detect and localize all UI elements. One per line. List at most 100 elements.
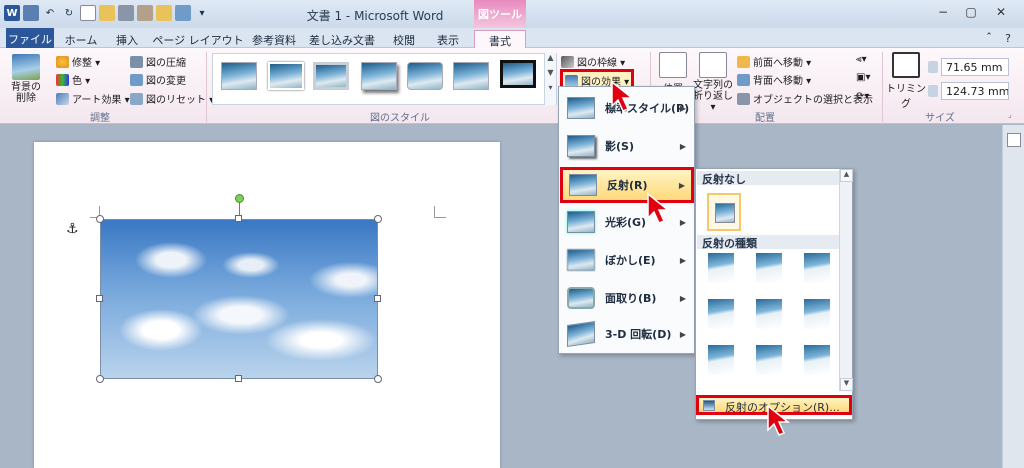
resize-handle[interactable] <box>374 215 382 223</box>
picture-style-thumb[interactable] <box>221 62 257 90</box>
menu-item-3d-rotation[interactable]: 3-D 回転(D) ▶ <box>561 317 692 351</box>
tab-page-layout[interactable]: ページ レイアウト <box>152 30 244 48</box>
picture-icon[interactable] <box>175 5 191 21</box>
picture-style-thumb[interactable] <box>407 62 443 90</box>
open-folder-icon[interactable] <box>99 5 115 21</box>
save-icon[interactable] <box>23 5 39 21</box>
resize-handle[interactable] <box>235 215 242 222</box>
bring-forward-label: 前面へ移動 ▾ <box>753 58 812 69</box>
submenu-scroll-down-icon[interactable]: ▼ <box>840 378 853 391</box>
width-input[interactable]: 124.73 mm <box>941 82 1009 100</box>
sky-photo[interactable] <box>100 219 378 379</box>
reflection-variant[interactable] <box>804 299 830 329</box>
menu-item-shadow[interactable]: 影(S) ▶ <box>561 129 692 163</box>
menu-item-soft-edges[interactable]: ぼかし(E) ▶ <box>561 243 692 277</box>
artistic-effects-button[interactable]: アート効果 ▾ <box>56 91 130 106</box>
maximize-button[interactable]: ▢ <box>962 5 980 21</box>
reflection-variant[interactable] <box>708 345 734 375</box>
tab-format[interactable]: 書式 <box>474 30 526 48</box>
quick-print-icon[interactable] <box>137 5 153 21</box>
picture-style-thumb[interactable] <box>313 62 349 90</box>
tab-home[interactable]: ホーム <box>60 30 102 48</box>
wrap-text-button[interactable]: 文字列の 折り返し ▾ <box>693 52 733 113</box>
send-backward-button[interactable]: 背面へ移動 ▾ <box>737 72 811 87</box>
group-button[interactable]: ▣▾ <box>856 72 870 83</box>
word-logo-icon[interactable]: W <box>4 5 20 21</box>
pencil-icon <box>561 55 574 68</box>
resize-handle[interactable] <box>374 375 382 383</box>
reflection-variant[interactable] <box>804 345 830 375</box>
reflection-variant[interactable] <box>756 345 782 375</box>
red-cursor-icon <box>647 192 671 224</box>
resize-handle[interactable] <box>374 295 381 302</box>
customize-qat-icon[interactable]: ▾ <box>194 5 210 21</box>
change-picture-button[interactable]: 図の変更 <box>130 72 186 87</box>
crop-button[interactable]: トリミング <box>886 52 926 110</box>
picture-style-thumb[interactable] <box>361 62 397 90</box>
picture-style-thumb[interactable] <box>453 62 489 90</box>
color-button[interactable]: 色 ▾ <box>56 72 90 87</box>
tab-mailings[interactable]: 差し込み文書 <box>306 30 378 48</box>
picture-style-thumb[interactable] <box>268 62 304 90</box>
resize-handle[interactable] <box>96 375 104 383</box>
resize-handle[interactable] <box>96 295 103 302</box>
reflection-variant[interactable] <box>708 253 734 283</box>
tab-file[interactable]: ファイル <box>6 28 54 48</box>
tab-review[interactable]: 校閲 <box>386 30 422 48</box>
tab-insert[interactable]: 挿入 <box>108 30 146 48</box>
no-reflection-option[interactable] <box>707 193 741 231</box>
reset-picture-button[interactable]: 図のリセット ▾ <box>130 91 214 106</box>
gallery-down-icon[interactable]: ▼ <box>545 68 556 77</box>
undo-icon[interactable]: ↶ <box>42 5 58 21</box>
reflection-variant[interactable] <box>756 253 782 283</box>
compress-icon <box>130 55 143 68</box>
minimize-button[interactable]: − <box>934 5 952 21</box>
corrections-button[interactable]: 修整 ▾ <box>56 54 100 69</box>
soft-edges-icon <box>567 249 595 271</box>
change-picture-label: 図の変更 <box>146 76 186 87</box>
submenu-scroll-up-icon[interactable]: ▲ <box>840 169 853 182</box>
picture-border-label: 図の枠線 ▾ <box>577 58 626 69</box>
picture-border-button[interactable]: 図の枠線 ▾ <box>561 54 625 69</box>
submenu-scrollbar[interactable]: ▲ ▼ <box>839 169 853 391</box>
folder-icon[interactable] <box>156 5 172 21</box>
submenu-arrow-icon: ▶ <box>679 217 686 227</box>
ruler-toggle-icon[interactable] <box>1006 133 1021 147</box>
new-document-icon[interactable] <box>80 5 96 21</box>
crop-label: トリミング <box>886 84 926 110</box>
compress-pictures-button[interactable]: 図の圧縮 <box>130 54 186 69</box>
wrap-text-icon <box>699 52 727 78</box>
bring-forward-button[interactable]: 前面へ移動 ▾ <box>737 54 811 69</box>
tab-view[interactable]: 表示 <box>430 30 466 48</box>
redo-icon[interactable]: ↻ <box>61 5 77 21</box>
remove-background-button[interactable]: 背景の 削除 <box>6 54 46 104</box>
reflection-variant[interactable] <box>804 253 830 283</box>
rotate-button[interactable]: ⟳▾ <box>856 91 869 102</box>
resize-handle[interactable] <box>96 215 104 223</box>
margin-mark <box>434 206 446 218</box>
reflection-variant[interactable] <box>756 299 782 329</box>
rotation-handle[interactable] <box>235 194 244 203</box>
gallery-up-icon[interactable]: ▲ <box>545 53 556 62</box>
menu-item-label: 面取り(B) <box>605 292 657 305</box>
tab-references[interactable]: 参考資料 <box>248 30 300 48</box>
picture-tools-context-label: 図ツール <box>474 0 526 28</box>
reset-picture-icon <box>130 92 143 105</box>
align-button[interactable]: ⫷▾ <box>856 54 867 65</box>
size-dialog-launcher-icon[interactable]: ⌟ <box>1008 110 1012 119</box>
resize-handle[interactable] <box>235 375 242 382</box>
menu-item-bevel[interactable]: 面取り(B) ▶ <box>561 281 692 315</box>
print-icon[interactable] <box>118 5 134 21</box>
reflection-options-icon <box>703 400 715 411</box>
picture-style-thumb-selected[interactable] <box>500 60 536 88</box>
height-input[interactable]: 71.65 mm <box>941 58 1009 76</box>
title-bar: W ↶ ↻ ▾ 文書 1 - Microsoft Word 図ツール − ▢ ✕ <box>0 0 1024 28</box>
gallery-more-icon[interactable]: ▾ <box>545 83 556 92</box>
help-icon[interactable]: ? <box>1000 30 1016 48</box>
gallery-scroll[interactable]: ▲ ▼ ▾ <box>544 53 556 105</box>
vertical-scrollbar[interactable] <box>1002 125 1024 468</box>
selection-pane-button[interactable]: オブジェクトの選択と表示 <box>737 91 873 106</box>
ribbon-minimize-icon[interactable]: ⌃ <box>982 30 996 48</box>
reflection-variant[interactable] <box>708 299 734 329</box>
close-button[interactable]: ✕ <box>992 5 1010 21</box>
